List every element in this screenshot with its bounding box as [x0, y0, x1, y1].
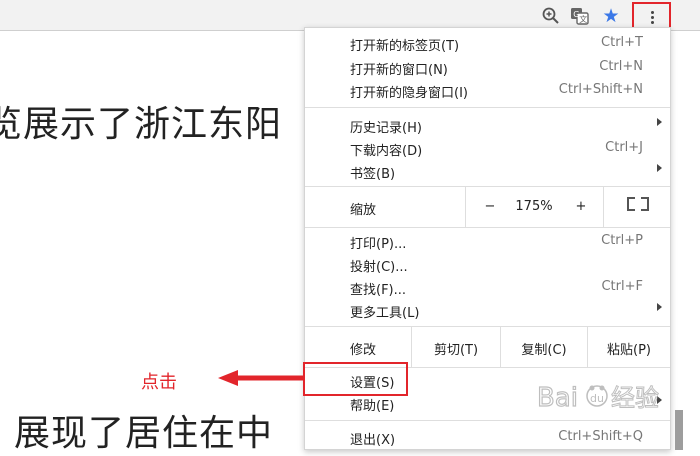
menu-item-shortcut: Ctrl+P: [601, 233, 643, 248]
page-text-line-1: 览展示了浙江东阳: [0, 104, 283, 145]
edit-label: 修改: [350, 343, 377, 358]
bookmark-star-icon[interactable]: ★: [601, 6, 621, 26]
menu-item-bookmarks[interactable]: 书签(B): [305, 159, 670, 182]
menu-row-edit: 修改 剪切(T) 复制(C) 粘贴(P): [305, 327, 670, 367]
menu-item-label: 查找(F)...: [350, 283, 407, 298]
menu-item-print[interactable]: 打印(P)... Ctrl+P: [305, 229, 670, 252]
paste-button[interactable]: 粘贴(P): [588, 339, 670, 358]
divider: [603, 187, 604, 227]
annotation-click-text: 点击: [141, 372, 177, 393]
menu-item-label: 下载内容(D): [350, 144, 423, 159]
scrollbar-thumb[interactable]: [675, 410, 683, 450]
svg-text:文: 文: [579, 14, 587, 24]
menu-item-shortcut: Ctrl+F: [601, 279, 643, 294]
menu-item-cast[interactable]: 投射(C)...: [305, 252, 670, 275]
baidu-watermark-logo: Bai du 经验: [537, 382, 660, 413]
menu-item-more-tools[interactable]: 更多工具(L): [305, 298, 670, 321]
menu-item-label: 设置(S): [350, 376, 395, 391]
menu-item-find[interactable]: 查找(F)... Ctrl+F: [305, 275, 670, 298]
menu-item-label: 投射(C)...: [350, 260, 408, 275]
menu-item-shortcut: Ctrl+Shift+N: [558, 82, 643, 97]
page-text-line-2: 展现了居住在中: [14, 413, 274, 454]
menu-separator: [305, 227, 670, 228]
menu-item-label: 打开新的隐身窗口(I): [350, 86, 468, 101]
svg-text:Bai: Bai: [537, 383, 578, 413]
menu-item-new-window[interactable]: 打开新的窗口(N) Ctrl+N: [305, 55, 670, 78]
menu-item-history[interactable]: 历史记录(H): [305, 113, 670, 136]
menu-item-exit[interactable]: 退出(X) Ctrl+Shift+Q: [305, 425, 670, 448]
menu-item-label: 打印(P)...: [350, 237, 407, 252]
translate-icon[interactable]: G 文: [570, 6, 590, 26]
submenu-arrow-icon: [657, 118, 662, 126]
menu-item-shortcut: Ctrl+Shift+Q: [558, 429, 643, 444]
zoom-label: 缩放: [350, 203, 377, 218]
svg-text:经验: 经验: [611, 384, 659, 412]
menu-item-new-tab[interactable]: 打开新的标签页(T) Ctrl+T: [305, 31, 670, 54]
menu-row-zoom: 缩放 − 175% +: [305, 187, 670, 227]
submenu-arrow-icon: [657, 164, 662, 172]
menu-item-shortcut: Ctrl+N: [599, 59, 643, 74]
menu-item-label: 打开新的窗口(N): [350, 63, 448, 78]
menu-item-downloads[interactable]: 下载内容(D) Ctrl+J: [305, 136, 670, 159]
divider: [465, 187, 466, 227]
zoom-in-icon[interactable]: [541, 6, 561, 26]
more-vert-icon: [651, 11, 654, 26]
zoom-level-value: 175%: [515, 199, 553, 214]
menu-item-shortcut: Ctrl+T: [601, 35, 643, 50]
menu-separator: [305, 107, 670, 108]
annotation-arrow-icon: [218, 370, 304, 386]
menu-item-label: 帮助(E): [350, 399, 395, 414]
menu-item-label: 更多工具(L): [350, 306, 420, 321]
fullscreen-icon[interactable]: [627, 197, 649, 211]
menu-item-label: 书签(B): [350, 167, 396, 182]
cut-button[interactable]: 剪切(T): [412, 339, 500, 358]
menu-item-incognito[interactable]: 打开新的隐身窗口(I) Ctrl+Shift+N: [305, 78, 670, 101]
svg-text:du: du: [590, 392, 604, 405]
submenu-arrow-icon: [657, 303, 662, 311]
zoom-out-button[interactable]: −: [480, 199, 500, 214]
menu-item-label: 历史记录(H): [350, 121, 422, 136]
zoom-in-button[interactable]: +: [571, 199, 591, 214]
menu-item-label: 退出(X): [350, 433, 396, 448]
menu-item-shortcut: Ctrl+J: [605, 140, 643, 155]
menu-separator: [305, 420, 670, 421]
copy-button[interactable]: 复制(C): [501, 339, 587, 358]
menu-item-label: 打开新的标签页(T): [350, 39, 460, 54]
